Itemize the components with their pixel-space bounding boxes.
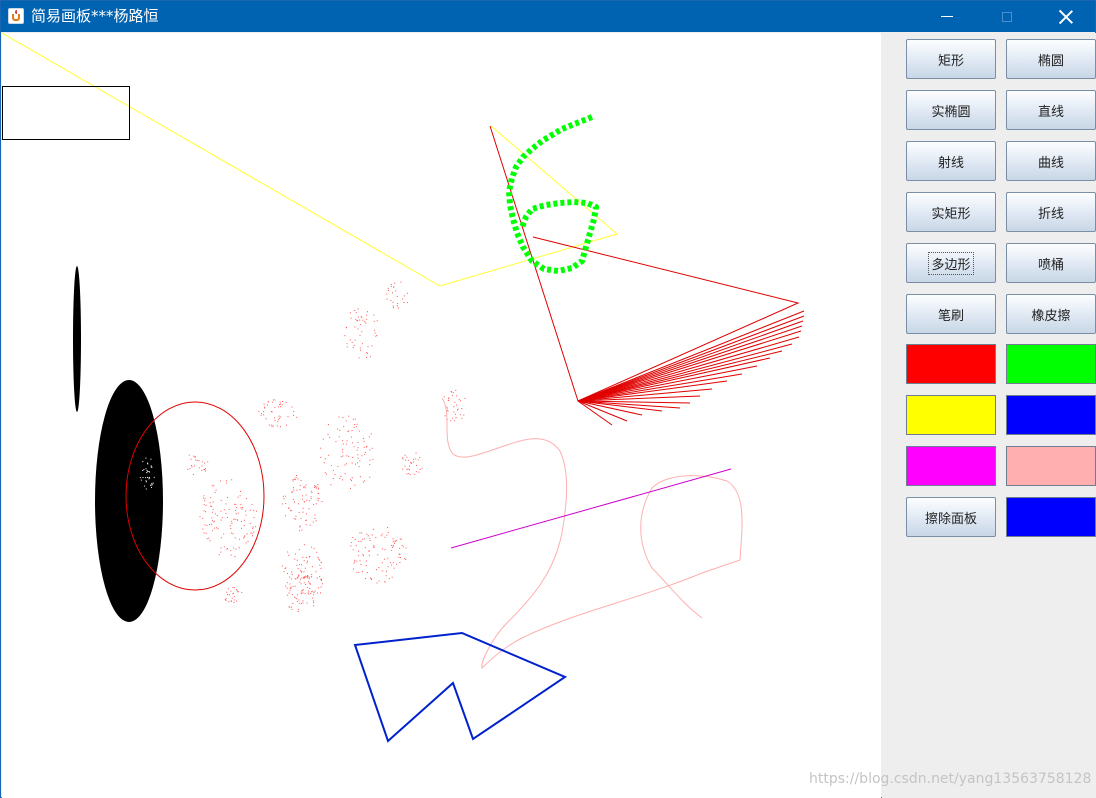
red-ray-fan [577,310,805,426]
maximize-button[interactable] [978,1,1036,32]
drawing-canvas[interactable] [2,33,881,798]
minimize-icon [941,16,953,17]
tool-label: 多边形 [928,251,974,275]
close-button[interactable] [1037,1,1095,32]
app-window: 简易画板***杨路恒 矩形 椭圆 实椭圆 直线 射线 曲线 实矩形 折线 多边形… [0,0,1096,798]
tool-polygon-button[interactable]: 多边形 [906,243,996,283]
tool-label: 笔刷 [937,308,964,324]
tool-rectangle-button[interactable]: 矩形 [906,39,996,79]
tool-label: 实矩形 [931,206,971,222]
clear-panel-button[interactable]: 擦除面板 [906,497,996,537]
green-brush-stroke [506,114,599,274]
tool-solid-ellipse-button[interactable]: 实椭圆 [906,90,996,130]
tool-spray-button[interactable]: 喷桶 [1006,243,1096,283]
close-icon [1059,10,1073,24]
solid-ellipse [95,380,163,622]
minimize-button[interactable] [918,1,976,32]
tool-label: 矩形 [937,53,964,69]
tool-label: 喷桶 [1037,257,1064,273]
tool-label: 直线 [1037,104,1064,120]
window-title: 简易画板***杨路恒 [31,7,159,25]
java-cup-icon [8,8,24,24]
tool-eraser-button[interactable]: 橡皮擦 [1006,294,1096,334]
tool-label: 椭圆 [1037,53,1064,69]
color-swatch-blue[interactable] [1006,395,1096,435]
clear-panel-label: 擦除面板 [924,511,977,527]
tool-label: 橡皮擦 [1031,308,1071,324]
tool-label: 折线 [1037,206,1064,222]
tool-line-button[interactable]: 直线 [1006,90,1096,130]
watermark-text: https://blog.csdn.net/yang13563758128 [809,771,1092,787]
tool-ray-button[interactable]: 射线 [906,141,996,181]
pink-curve-left [441,397,741,669]
spray-dots [139,281,466,612]
tool-solid-rectangle-button[interactable]: 实矩形 [906,192,996,232]
blue-polygon [353,631,568,743]
color-swatch-magenta[interactable] [906,446,996,486]
tool-label: 曲线 [1037,155,1064,171]
title-bar[interactable]: 简易画板***杨路恒 [1,1,1095,32]
maximize-icon [1002,11,1012,22]
black-rectangle [2,86,130,140]
tool-curve-button[interactable]: 曲线 [1006,141,1096,181]
color-swatch-pink[interactable] [1006,446,1096,486]
color-swatch-green[interactable] [1006,344,1096,384]
current-color-indicator [1006,497,1096,537]
thin-solid-ellipse [73,266,81,412]
tool-ellipse-button[interactable]: 椭圆 [1006,39,1096,79]
color-swatch-red[interactable] [906,344,996,384]
tool-polyline-button[interactable]: 折线 [1006,192,1096,232]
magenta-line [450,468,732,549]
tool-brush-button[interactable]: 笔刷 [906,294,996,334]
pink-curve-right [640,475,743,619]
tool-label: 实椭圆 [931,104,971,120]
color-swatch-yellow[interactable] [906,395,996,435]
tool-panel: 矩形 椭圆实椭圆 直线射线 曲线实矩形 折线多边形 喷桶笔刷 橡皮擦 擦除面板 [882,33,1096,798]
tool-label: 射线 [937,155,964,171]
